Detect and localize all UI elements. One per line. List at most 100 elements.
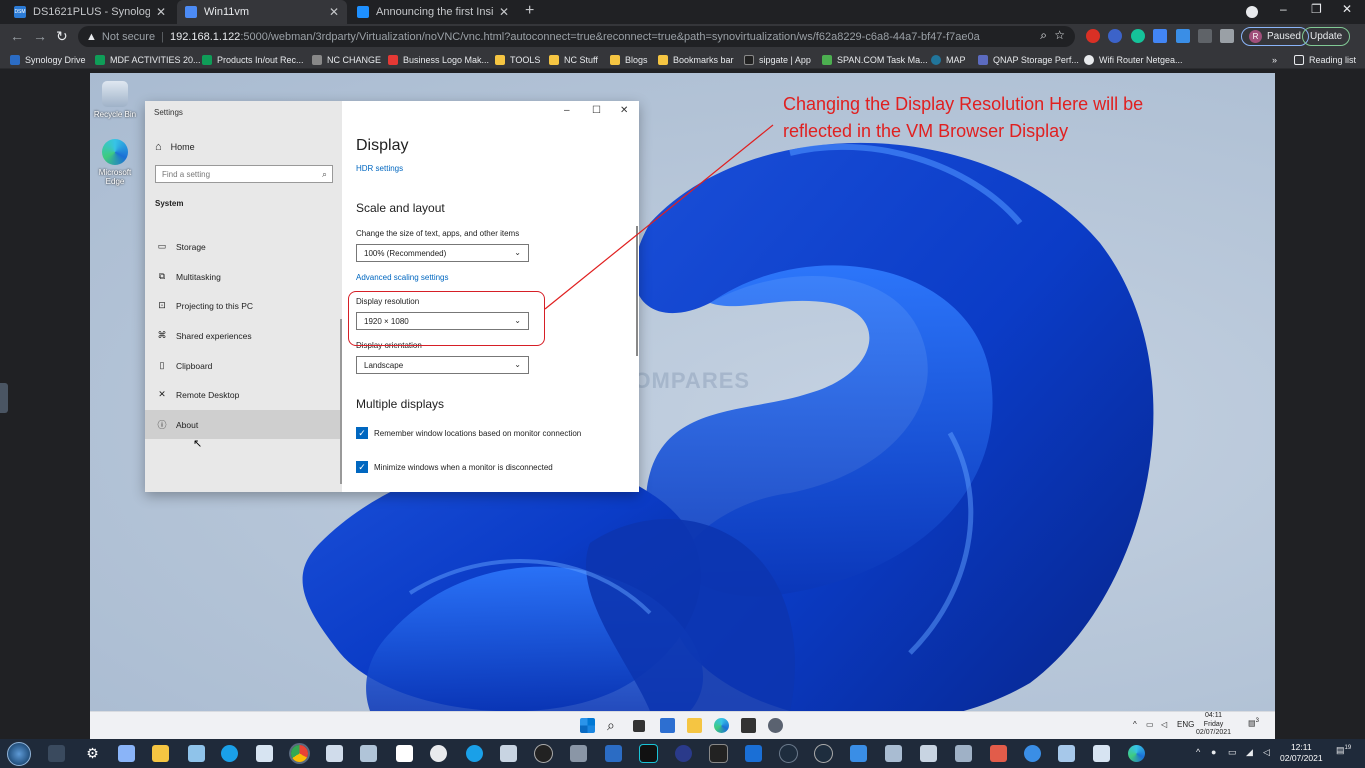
bookmark-business-logo[interactable]: Business Logo Mak... (388, 53, 489, 66)
zip-extension-icon[interactable] (1108, 29, 1122, 43)
app-icon[interactable] (815, 745, 832, 762)
app-icon[interactable] (955, 745, 972, 762)
bookmark-bookmarks-bar[interactable]: Bookmarks bar (658, 53, 734, 66)
language-indicator[interactable]: ENG (1177, 720, 1194, 729)
restore-button[interactable]: ❐ (1311, 2, 1322, 16)
bookmark-blogs[interactable]: Blogs (610, 53, 648, 66)
profile-paused-button[interactable]: R Paused (1241, 27, 1309, 46)
hdr-settings-link[interactable]: HDR settings (356, 164, 403, 173)
app-icon[interactable] (535, 745, 552, 762)
app-icon[interactable] (360, 745, 377, 762)
edge-icon[interactable] (714, 718, 729, 733)
sidebar-item-remote-desktop[interactable]: ✕ Remote Desktop (145, 380, 342, 409)
tab-manager-extension-icon[interactable] (1198, 29, 1212, 43)
reload-icon[interactable]: ↻ (56, 28, 68, 45)
start-orb-icon[interactable] (7, 742, 31, 766)
bookmark-synology-drive[interactable]: Synology Drive (10, 53, 86, 66)
bookmark-sipgate[interactable]: sipgate | App (744, 53, 811, 66)
microphone-icon[interactable]: ● (1211, 747, 1216, 757)
bookmark-star-icon[interactable]: ☆ (1054, 28, 1065, 42)
sidebar-item-storage[interactable]: ▭ Storage (145, 232, 342, 261)
close-window-button[interactable]: ✕ (1342, 2, 1352, 16)
app-icon[interactable] (326, 745, 343, 762)
new-tab-button[interactable]: + (525, 2, 534, 20)
tray-chevron-icon[interactable]: ^ (1196, 747, 1200, 757)
store-icon[interactable] (741, 718, 756, 733)
iq-extension-icon[interactable] (1153, 29, 1167, 43)
minimize-windows-checkbox[interactable]: ✓ Minimize windows when a monitor is dis… (356, 461, 553, 473)
app-icon[interactable] (1093, 745, 1110, 762)
bookmark-wifi-router[interactable]: Wifi Router Netgea... (1084, 53, 1183, 66)
sidebar-item-projecting[interactable]: ⊡ Projecting to this PC (145, 291, 342, 320)
settings-close-button[interactable]: ✕ (620, 105, 628, 116)
novnc-control-handle[interactable] (0, 383, 8, 413)
recycle-bin-desktop-icon[interactable]: Recycle Bin (90, 81, 140, 119)
tab-close-icon[interactable]: ✕ (499, 5, 509, 19)
chrome-icon[interactable] (291, 745, 308, 762)
task-view-icon[interactable] (48, 745, 65, 762)
settings-maximize-button[interactable]: ☐ (592, 105, 601, 116)
bookmark-nc-change[interactable]: NC CHANGE (312, 53, 381, 66)
epic-games-icon[interactable] (710, 745, 727, 762)
gear-icon[interactable]: ⚙ (84, 745, 101, 762)
app-icon[interactable] (605, 745, 622, 762)
app-icon[interactable] (920, 745, 937, 762)
bookmark-mdf-activities[interactable]: MDF ACTIVITIES 20... (95, 53, 201, 66)
minimize-button[interactable]: – (1280, 2, 1287, 16)
sidebar-item-clipboard[interactable]: ▯ Clipboard (145, 351, 342, 380)
sidebar-item-about[interactable]: ⓘ About (145, 410, 342, 439)
bookmarks-overflow-button[interactable]: » (1272, 53, 1277, 66)
notification-icon[interactable]: ▤3 (1248, 718, 1259, 728)
task-view-icon[interactable] (633, 720, 645, 732)
battery-icon[interactable]: ▭ (1228, 747, 1237, 758)
telegram-extension-icon[interactable] (1176, 29, 1190, 43)
cloud-app-icon[interactable] (256, 745, 273, 762)
tab-synology-nas[interactable]: DSM DS1621PLUS - Synology NAS ✕ (6, 0, 174, 24)
bookmark-qnap[interactable]: QNAP Storage Perf... (978, 53, 1079, 66)
app-icon[interactable] (990, 745, 1007, 762)
tab-win11vm[interactable]: Win11vm ✕ (177, 0, 347, 24)
tab-insider-preview[interactable]: Announcing the first Insider Previ ✕ (349, 0, 517, 24)
bookmark-span[interactable]: SPAN.COM Task Ma... (822, 53, 928, 66)
bookmark-products[interactable]: Products In/out Rec... (202, 53, 304, 66)
settings-gear-icon[interactable] (768, 718, 783, 733)
widgets-icon[interactable] (660, 718, 675, 733)
search-app-icon[interactable] (221, 745, 238, 762)
terminal-icon[interactable] (640, 745, 657, 762)
bookmark-nc-stuff[interactable]: NC Stuff (549, 53, 598, 66)
edge-icon[interactable] (1128, 745, 1145, 762)
host-clock[interactable]: 12:11 02/07/2021 (1280, 742, 1323, 764)
sidebar-item-multitasking[interactable]: ⧉ Multitasking (145, 262, 342, 291)
puzzle-extensions-icon[interactable] (1220, 29, 1234, 43)
wifi-icon[interactable]: ◢ (1246, 747, 1253, 758)
network-icon[interactable]: ▭ (1146, 720, 1154, 729)
app-icon[interactable] (430, 745, 447, 762)
zoom-search-icon[interactable]: ⌕ (1040, 28, 1047, 43)
app-icon[interactable] (780, 745, 797, 762)
vm-desktop[interactable]: Recycle Bin Microsoft Edge NAS COMPARES … (90, 73, 1275, 711)
search-icon[interactable]: ⌕ (607, 718, 622, 733)
orientation-dropdown[interactable]: Landscape ⌄ (356, 356, 529, 374)
bookmark-map[interactable]: MAP (931, 53, 966, 66)
adblock-extension-icon[interactable] (1086, 29, 1100, 43)
tab-close-icon[interactable]: ✕ (329, 5, 339, 19)
settings-minimize-button[interactable]: – (564, 105, 570, 116)
volume-icon[interactable]: ◁ (1263, 747, 1270, 758)
scale-dropdown[interactable]: 100% (Recommended) ⌄ (356, 244, 529, 262)
address-bar[interactable]: ▲ Not secure | 192.168.1.122 :5000/webma… (78, 26, 1075, 47)
find-setting-input[interactable]: Find a setting ⌕ (155, 165, 333, 183)
app-icon[interactable] (745, 745, 762, 762)
tab-close-icon[interactable]: ✕ (156, 5, 166, 19)
calculator-icon[interactable] (118, 745, 135, 762)
app-icon[interactable] (1024, 745, 1041, 762)
document-icon[interactable] (396, 745, 413, 762)
notification-icon[interactable]: ▤19 (1336, 745, 1351, 756)
sidebar-item-shared-experiences[interactable]: ⌘ Shared experiences (145, 321, 342, 350)
notes-icon[interactable] (188, 745, 205, 762)
file-explorer-icon[interactable] (687, 718, 702, 733)
app-icon[interactable] (570, 745, 587, 762)
app-icon[interactable] (850, 745, 867, 762)
app-icon[interactable] (500, 745, 517, 762)
tray-chevron-icon[interactable]: ^ (1133, 720, 1137, 729)
remember-locations-checkbox[interactable]: ✓ Remember window locations based on mon… (356, 427, 581, 439)
